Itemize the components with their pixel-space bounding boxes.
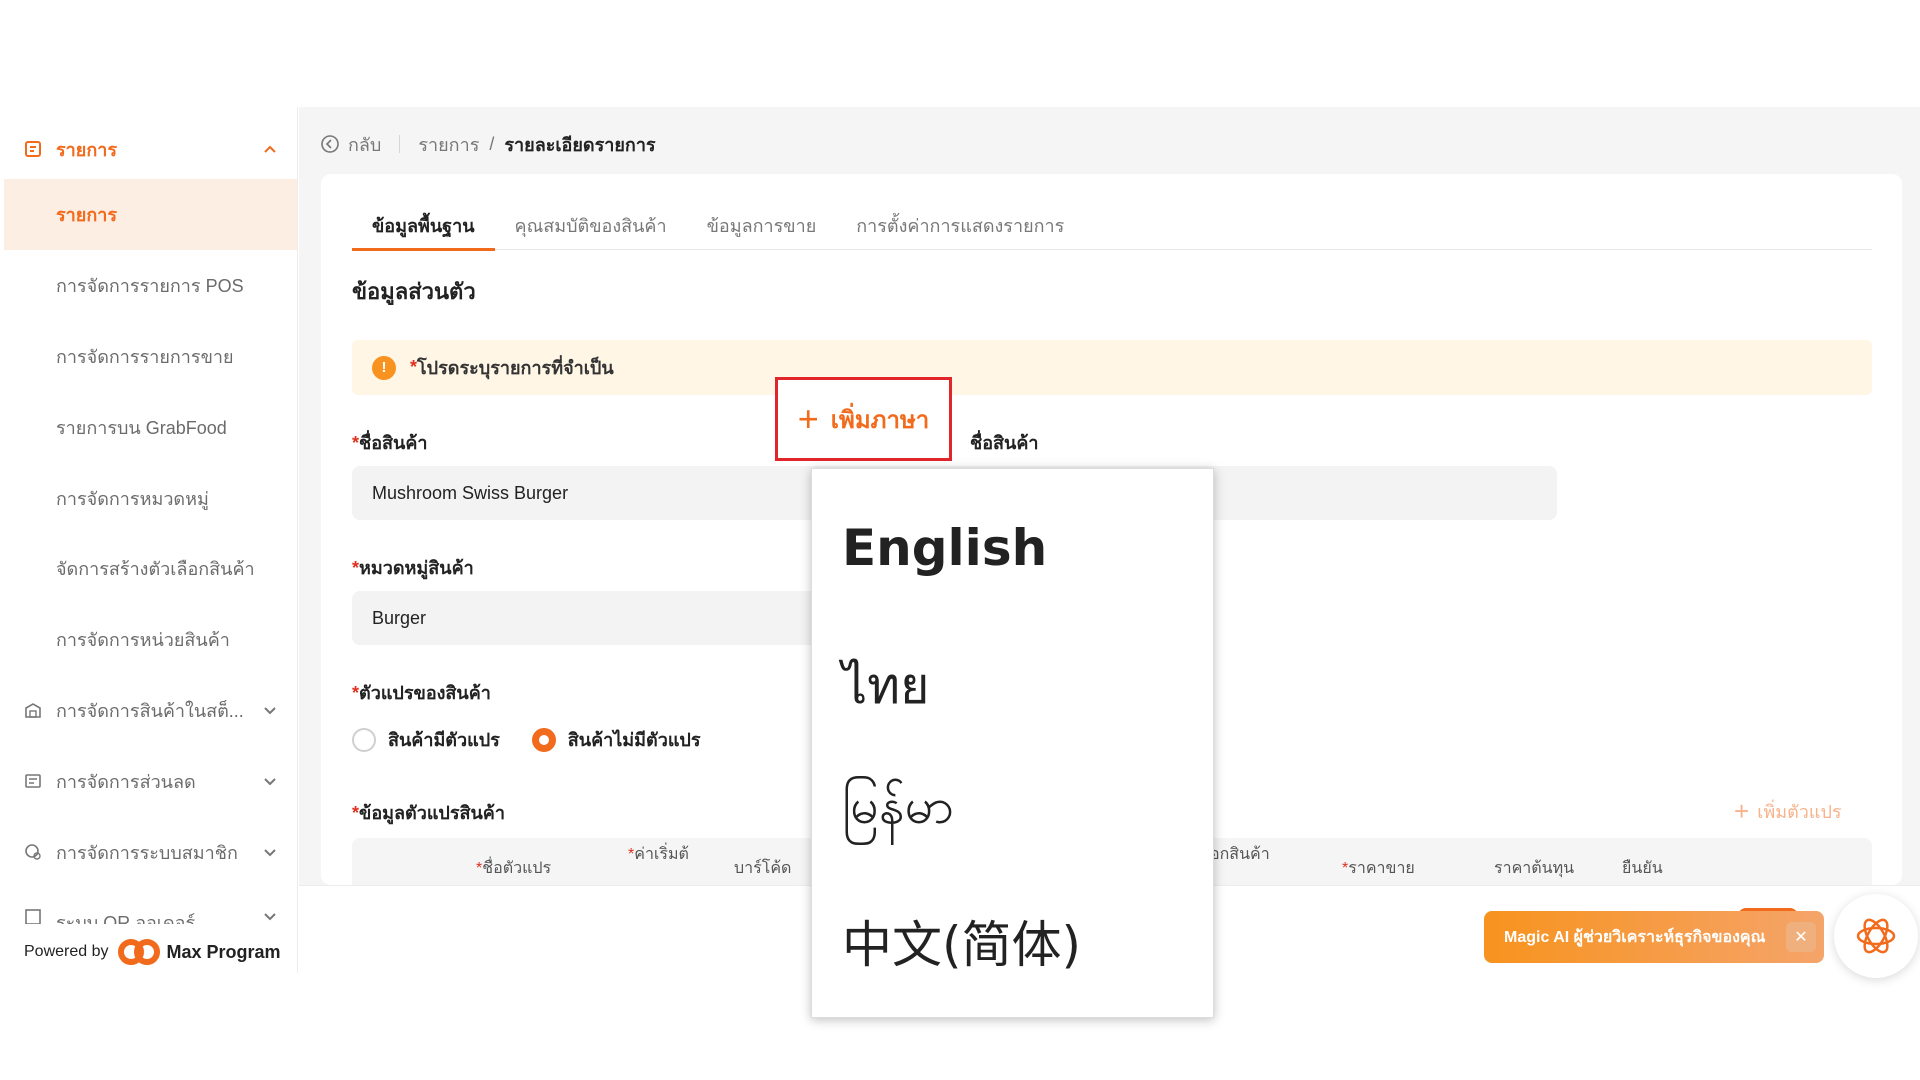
tab-basic-info[interactable]: ข้อมูลพื้นฐาน [352,200,495,251]
sidebar: รายการ รายการ การจัดการรายการ POS การจัด… [0,107,298,973]
discount-icon [25,774,41,788]
variant-radio-group: สินค้ามีตัวแปร สินค้าไม่มีตัวแปร [352,725,701,754]
warning-icon: ! [372,355,396,380]
sidebar-item-units[interactable]: การจัดการหน่วยสินค้า [56,624,230,654]
radio-no-variant[interactable] [531,727,556,752]
tab-display-settings[interactable]: การตั้งค่าการแสดงรายการ [836,200,1084,250]
variant-info-label-text: ข้อมูลตัวแปรสินค้า [359,803,505,823]
powered-brand: Max Program [166,941,281,962]
add-variant-button[interactable]: + เพิ่มตัวแปร [1734,796,1842,827]
sidebar-item-sales[interactable]: การจัดการรายการขาย [56,341,234,371]
variant-label-text: ตัวแปรของสินค้า [359,683,491,703]
radio-has-variant-label[interactable]: สินค้ามีตัวแปร [388,725,500,754]
breadcrumb-current: รายละเอียดรายการ [504,134,656,155]
plus-icon: + [797,398,819,439]
powered-by: Powered by Max Program [24,938,281,966]
product-name-label: *ชื่อสินค้า [352,428,427,457]
sidebar-group-label: ระบบ QR ออเดอร์ [56,913,196,924]
sidebar-group-member[interactable]: การจัดการระบบสมาชิก [24,837,278,867]
breadcrumb: กลับ รายการ / รายละเอียดรายการ [320,131,656,157]
sidebar-item-options[interactable]: จัดการสร้างตัวเลือกสินค้า [56,553,255,583]
list-icon [25,141,41,157]
member-icon [25,844,41,860]
chevron-down-icon [264,778,276,786]
language-option-burmese[interactable]: မြန်မာ [842,775,954,848]
radio-has-variant[interactable] [352,727,376,752]
th-barcode: บาร์โค้ด [734,860,792,877]
add-language-button[interactable]: + เพิ่มภาษา [775,377,952,461]
language-option-english[interactable]: English [842,519,1047,577]
th-text: ราคาขาย [1348,860,1415,877]
language-option-thai[interactable]: ไทย [842,647,929,726]
notice-text: โปรดระบุรายการที่จำเป็น [417,358,614,378]
sidebar-group-stock[interactable]: การจัดการสินค้าในสต็... [24,695,278,725]
required-notice: ! * โปรดระบุรายการที่จำเป็น [352,340,1872,395]
th-stock: อกสินค้า [1210,846,1270,863]
tab-bar: ข้อมูลพื้นฐาน คุณสมบัติของสินค้า ข้อมูลก… [352,200,1872,251]
sidebar-group-qr[interactable]: ระบบ QR ออเดอร์ [24,908,278,924]
th-confirm: ยืนยัน [1622,860,1663,877]
th-text: ค่าเริ่มต้ [634,846,689,863]
sidebar-group-label: การจัดการส่วนลด [56,771,196,792]
max-program-logo [117,939,160,965]
sidebar-item-pos[interactable]: การจัดการรายการ POS [56,270,244,300]
sidebar-group-label: การจัดการระบบสมาชิก [56,842,238,863]
chevron-down-icon [264,913,276,921]
tab-sales-info[interactable]: ข้อมูลการขาย [687,200,837,250]
sidebar-group-label: การจัดการสินค้าในสต็... [56,700,244,721]
sidebar-group-discount[interactable]: การจัดการส่วนลด [24,766,278,796]
required-mark: * [352,558,360,578]
ai-orb-icon [1856,918,1896,954]
radio-no-variant-label[interactable]: สินค้าไม่มีตัวแปร [568,725,701,754]
back-icon[interactable] [320,134,340,154]
sidebar-item-grabfood[interactable]: รายการบน GrabFood [56,412,227,442]
breadcrumb-slash: / [489,133,495,154]
tab-properties[interactable]: คุณสมบัติของสินค้า [495,200,687,250]
breadcrumb-parent[interactable]: รายการ [418,130,479,159]
th-default: *ค่าเริ่มต้ [628,846,689,863]
variant-info-label: *ข้อมูลตัวแปรสินค้า [352,798,505,827]
chevron-down-icon [264,849,276,857]
warehouse-icon [25,703,41,718]
required-mark: * [352,803,360,823]
category-label: *หมวดหมู่สินค้า [352,553,474,582]
language-dropdown: English ไทย မြန်မာ 中文(简体) [811,468,1214,1018]
th-text: ชื่อตัวแปร [482,860,552,877]
powered-prefix: Powered by [24,943,109,960]
sidebar-item-categories[interactable]: การจัดการหมวดหมู่ [56,483,209,513]
language-option-chinese[interactable]: 中文(简体) [842,905,1081,977]
th-price: *ราคาขาย [1342,860,1415,877]
variant-label: *ตัวแปรของสินค้า [352,678,491,707]
th-variant-name: *ชื่อตัวแปร [476,860,552,877]
sidebar-item-items[interactable]: รายการ [56,199,117,229]
sidebar-group-items[interactable]: รายการ [24,129,278,169]
breadcrumb-divider [399,135,401,153]
chevron-down-icon [264,707,276,715]
th-cost: ราคาต้นทุน [1494,860,1575,877]
sidebar-group-label: รายการ [56,139,117,160]
plus-icon: + [1734,796,1750,826]
required-mark: * [410,357,418,377]
section-title: ข้อมูลส่วนตัว [352,279,476,304]
product-name-label-text: ชื่อสินค้า [359,433,428,453]
product-name-label-secondary: ชื่อสินค้า [970,433,1039,453]
add-language-label: เพิ่มภาษา [830,406,930,434]
magic-ai-text: Magic AI ผู้ช่วยวิเคราะห์ธุรกิจของคุณ [1504,928,1766,946]
required-mark: * [352,683,360,703]
category-label-text: หมวดหมู่สินค้า [359,558,474,578]
back-link[interactable]: กลับ [348,130,381,159]
required-mark: * [352,433,360,453]
magic-ai-banner[interactable]: Magic AI ผู้ช่วยวิเคราะห์ธุรกิจของคุณ ✕ [1484,911,1824,963]
ai-assistant-button[interactable] [1834,894,1918,978]
add-variant-label: เพิ่มตัวแปร [1757,802,1842,822]
qr-icon [25,909,41,924]
sidebar-active-bg [4,179,297,250]
chevron-up-icon [264,145,276,153]
close-icon[interactable]: ✕ [1786,922,1816,952]
